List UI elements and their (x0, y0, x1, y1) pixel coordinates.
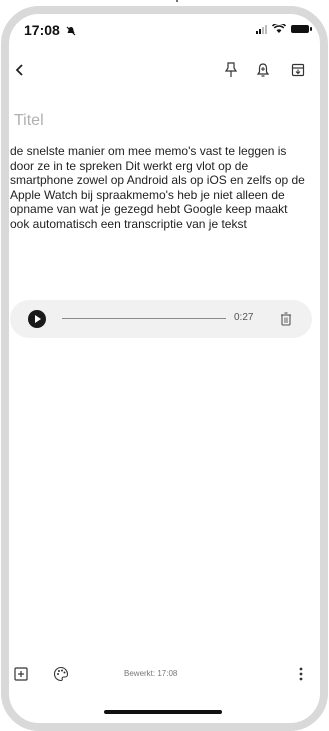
crop-mark-top (176, 0, 178, 2)
bell-slash-icon (66, 26, 76, 36)
bell-plus-icon[interactable] (253, 60, 273, 80)
phone-screen: 17:08 Titel de snelste manier om mee mem… (0, 0, 329, 731)
wifi-icon (272, 24, 286, 34)
play-icon[interactable] (28, 310, 46, 328)
audio-player: 0:27 (10, 300, 312, 338)
note-title-field[interactable]: Titel (14, 112, 44, 130)
palette-icon[interactable] (52, 665, 70, 683)
edited-timestamp: Bewerkt: 17:08 (124, 669, 178, 678)
back-arrow-icon[interactable] (10, 60, 30, 80)
audio-duration: 0:27 (234, 312, 254, 323)
home-indicator[interactable] (104, 710, 222, 714)
trash-icon[interactable] (277, 310, 295, 328)
add-box-icon[interactable] (12, 665, 30, 683)
status-time: 17:08 (24, 22, 76, 38)
battery-icon (291, 25, 312, 33)
note-body-text[interactable]: de snelste manier om mee memo's vast te … (10, 144, 310, 232)
more-vert-icon[interactable] (292, 665, 310, 683)
signal-icon (256, 24, 267, 34)
device-frame (1, 6, 328, 731)
pin-icon[interactable] (221, 60, 241, 80)
status-icons (256, 24, 312, 34)
audio-seek-bar[interactable] (62, 318, 226, 319)
archive-icon[interactable] (288, 60, 308, 80)
